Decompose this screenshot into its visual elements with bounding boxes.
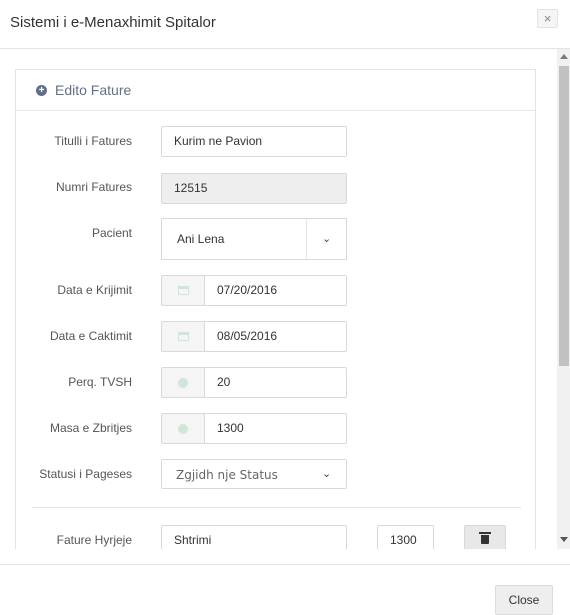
- invoice-number-input: 12515: [161, 173, 347, 204]
- patient-select-value: Ani Lena: [177, 232, 225, 246]
- calendar-icon: [178, 286, 189, 295]
- discount-label: Masa e Zbritjes: [49, 421, 132, 435]
- select-separator: [306, 219, 307, 259]
- due-date-input[interactable]: 08/05/2016: [204, 321, 347, 352]
- discount-input[interactable]: 1300: [204, 413, 347, 444]
- circle-icon: [178, 378, 188, 388]
- modal-body: + Edito Fature Titulli i Fatures Kurim n…: [0, 49, 570, 549]
- calendar-icon: [178, 332, 189, 341]
- panel-title: Edito Fature: [55, 82, 132, 98]
- creation-date-input[interactable]: 07/20/2016: [204, 275, 347, 306]
- scroll-down-icon[interactable]: [560, 537, 568, 542]
- modal-title: Sistemi i e-Menaxhimit Spitalor: [10, 14, 216, 31]
- entry-invoice-label: Fature Hyrjeje: [56, 533, 132, 547]
- payment-status-placeholder: Zgjidh nje Status: [176, 468, 278, 482]
- circle-icon: [178, 424, 188, 434]
- creation-date-addon[interactable]: [161, 275, 204, 306]
- creation-date-label: Data e Krijimit: [57, 283, 132, 297]
- panel-heading: + Edito Fature: [16, 70, 535, 111]
- delete-entry-button[interactable]: [464, 525, 506, 549]
- patient-label: Pacient: [91, 226, 132, 240]
- vat-percent-input[interactable]: 20: [204, 367, 347, 398]
- modal-header: Sistemi i e-Menaxhimit Spitalor ×: [0, 0, 570, 49]
- close-x-button[interactable]: ×: [537, 9, 558, 28]
- vat-percent-addon: [161, 367, 204, 398]
- entry-item-input[interactable]: Shtrimi: [161, 525, 347, 549]
- scroll-up-icon[interactable]: [560, 54, 568, 59]
- payment-status-select[interactable]: Zgjidh nje Status ⌄: [161, 459, 347, 489]
- patient-select[interactable]: Ani Lena ⌄: [161, 218, 347, 260]
- scroll-thumb[interactable]: [559, 66, 569, 366]
- invoice-title-input[interactable]: Kurim ne Pavion: [161, 126, 347, 157]
- trash-icon: [479, 532, 491, 544]
- invoice-title-label: Titulli i Fatures: [54, 134, 132, 148]
- discount-addon: [161, 413, 204, 444]
- chevron-down-icon[interactable]: ⌄: [322, 232, 331, 245]
- modal-footer: Close: [0, 564, 570, 615]
- scrollbar[interactable]: [557, 49, 570, 549]
- due-date-label: Data e Caktimit: [49, 329, 132, 343]
- vat-percent-label: Perq. TVSH: [68, 375, 132, 389]
- plus-circle-icon: +: [36, 85, 47, 96]
- payment-status-label: Statusi i Pageses: [39, 467, 132, 481]
- edit-invoice-panel: + Edito Fature Titulli i Fatures Kurim n…: [15, 69, 536, 549]
- due-date-addon[interactable]: [161, 321, 204, 352]
- entry-amount-input[interactable]: 1300: [377, 525, 434, 549]
- section-divider: [32, 507, 521, 508]
- chevron-down-icon[interactable]: ⌄: [322, 467, 331, 480]
- close-button[interactable]: Close: [495, 585, 553, 615]
- invoice-number-label: Numri Fatures: [55, 180, 132, 194]
